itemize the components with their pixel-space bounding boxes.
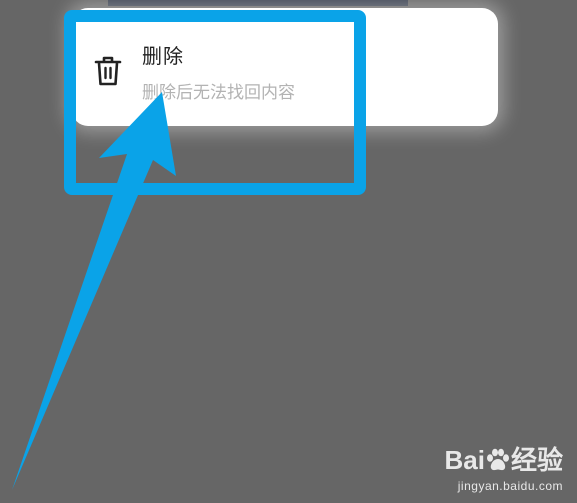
paw-icon bbox=[486, 448, 509, 471]
baidu-jingyan-watermark: Bai 经验 jingyan.baidu.com bbox=[445, 440, 563, 493]
screenshot-stage: 删除 删除后无法找回内容 Bai 经验 jingyan.baidu.com bbox=[0, 0, 577, 503]
pointer-arrow bbox=[12, 92, 176, 490]
watermark-brand: Bai 经验 bbox=[444, 445, 563, 475]
watermark-url: jingyan.baidu.com bbox=[457, 479, 563, 493]
